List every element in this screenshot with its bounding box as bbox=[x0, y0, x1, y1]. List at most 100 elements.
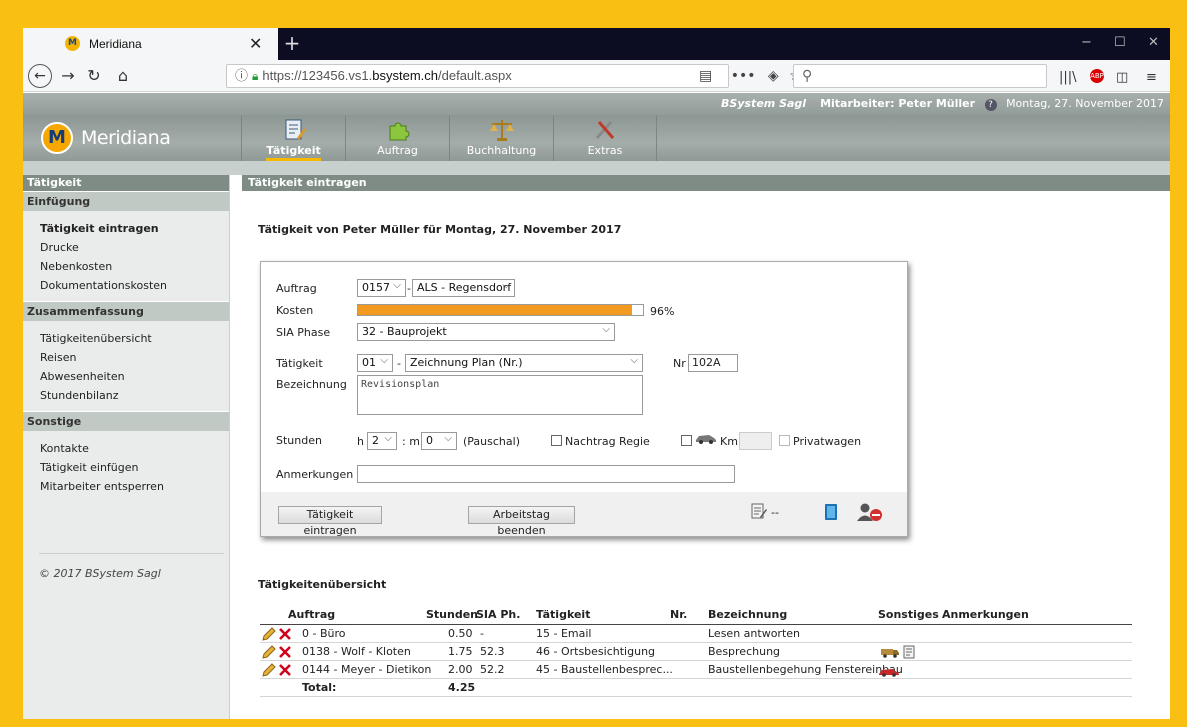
pencil-edit-icon[interactable] bbox=[262, 663, 276, 677]
hours-label: h bbox=[357, 435, 364, 448]
maximize-icon[interactable]: ☐ bbox=[1114, 35, 1126, 50]
sidebar-title: Tätigkeit bbox=[23, 175, 229, 191]
privatwagen-checkbox[interactable] bbox=[779, 435, 790, 446]
nachtrag-regie-checkbox[interactable] bbox=[551, 435, 562, 446]
sia-phase-label: SIA Phase bbox=[276, 326, 331, 339]
back-arrow-icon[interactable]: ← bbox=[28, 64, 52, 88]
pencil-edit-icon[interactable] bbox=[262, 645, 276, 659]
employee-label: Mitarbeiter: Peter Müller bbox=[820, 97, 976, 110]
delete-x-icon[interactable] bbox=[278, 645, 292, 659]
minimize-icon[interactable]: − bbox=[1081, 35, 1092, 50]
delete-x-icon[interactable] bbox=[278, 663, 292, 677]
submit-activity-button[interactable]: Tätigkeit eintragen bbox=[278, 506, 382, 537]
km-checkbox[interactable] bbox=[681, 435, 692, 446]
adblock-icon[interactable]: ABP bbox=[1090, 69, 1104, 83]
menu-auftrag[interactable]: Auftrag bbox=[345, 115, 449, 161]
auftrag-code-select[interactable]: 0157 bbox=[357, 278, 406, 297]
minutes-label: : m bbox=[402, 435, 420, 448]
column-header: Nr. bbox=[670, 608, 688, 621]
menu-label: Buchhaltung bbox=[466, 144, 537, 157]
home-icon[interactable]: ⌂ bbox=[112, 64, 134, 88]
table-header: Auftrag Stunden SIA Ph. Tätigkeit Nr. Be… bbox=[260, 605, 1132, 625]
activity-form: Auftrag 0157 - ALS - Regensdorf Kosten 9… bbox=[260, 261, 908, 537]
delete-x-icon[interactable] bbox=[278, 627, 292, 641]
notepad-icon bbox=[242, 118, 345, 144]
new-tab-icon[interactable]: + bbox=[279, 30, 305, 58]
minutes-select[interactable]: 0 bbox=[421, 431, 457, 450]
sidebar-section-sonstige: Sonstige bbox=[23, 411, 229, 431]
kosten-progress-fill bbox=[358, 305, 632, 315]
hamburger-menu-icon[interactable]: ≡ bbox=[1146, 70, 1157, 85]
cell-stunden: 0.50 bbox=[448, 627, 473, 640]
reader-view-icon[interactable]: ▤ bbox=[699, 68, 712, 84]
bezeichnung-textarea[interactable]: Revisionsplan bbox=[357, 375, 643, 415]
auftrag-name-select[interactable]: ALS - Regensdorf bbox=[412, 278, 515, 297]
auftrag-label: Auftrag bbox=[276, 282, 317, 295]
taetigkeit-name-select[interactable]: Zeichnung Plan (Nr.) bbox=[405, 353, 643, 372]
close-window-icon[interactable]: ✕ bbox=[1148, 35, 1159, 50]
bezeichnung-label: Bezeichnung bbox=[276, 378, 347, 391]
kosten-percent: 96% bbox=[650, 305, 675, 318]
browser-tab[interactable]: M Meridiana ✕ bbox=[23, 28, 278, 60]
table-row: 0144 - Meyer - Dietikon 2.00 52.2 45 - B… bbox=[260, 661, 1132, 679]
kosten-progress-bar bbox=[357, 304, 644, 316]
info-icon: ⓘ bbox=[235, 68, 249, 83]
total-value: 4.25 bbox=[448, 681, 476, 694]
close-tab-icon[interactable]: ✕ bbox=[249, 34, 262, 53]
cell-bezeichnung: Baustellenbegehung Fenstereinbau bbox=[708, 663, 903, 676]
sidebar-item-nebenkosten[interactable]: Nebenkosten bbox=[40, 257, 229, 276]
sidebar-item-abwesenheiten[interactable]: Abwesenheiten bbox=[40, 367, 229, 386]
sidebar-item-dokumentationskosten[interactable]: Dokumentationskosten bbox=[40, 276, 229, 295]
sidebar-toggle-icon[interactable]: ◫ bbox=[1116, 70, 1128, 85]
sidebar-item-taetigkeit-eintragen[interactable]: Tätigkeit eintragen bbox=[40, 219, 229, 238]
book-icon[interactable] bbox=[823, 503, 839, 524]
menu-buchhaltung[interactable]: Buchhaltung bbox=[449, 115, 553, 161]
current-date: Montag, 27. November 2017 bbox=[1006, 97, 1164, 110]
sidebar-item-mitarbeiter-entsperren[interactable]: Mitarbeiter entsperren bbox=[40, 477, 229, 496]
pencil-edit-icon[interactable] bbox=[262, 627, 276, 641]
sidebar-item-kontakte[interactable]: Kontakte bbox=[40, 439, 229, 458]
sidebar-item-drucke[interactable]: Drucke bbox=[40, 238, 229, 257]
taetigkeit-code-select[interactable]: 01 bbox=[357, 353, 393, 372]
menu-extras[interactable]: Extras bbox=[553, 115, 657, 161]
library-icon[interactable]: |||\ bbox=[1059, 70, 1077, 85]
nr-label: Nr bbox=[673, 357, 686, 370]
km-input[interactable] bbox=[739, 432, 772, 450]
cell-sia: - bbox=[480, 627, 484, 640]
end-workday-button[interactable]: Arbeitstag beenden bbox=[468, 506, 575, 537]
note-edit-icon[interactable] bbox=[751, 502, 767, 523]
column-header: SIA Ph. bbox=[476, 608, 521, 621]
menu-label: Tätigkeit bbox=[266, 144, 321, 161]
url-path: /default.aspx bbox=[438, 68, 512, 83]
nachtrag-regie-label: Nachtrag Regie bbox=[565, 435, 650, 448]
sidebar-item-reisen[interactable]: Reisen bbox=[40, 348, 229, 367]
help-icon[interactable]: ? bbox=[984, 99, 997, 111]
cell-taetigkeit: 45 - Baustellenbesprec... bbox=[536, 663, 673, 676]
search-input[interactable]: ⚲ bbox=[793, 64, 1047, 88]
sia-phase-select[interactable]: 32 - Bauprojekt bbox=[357, 322, 615, 341]
cell-bezeichnung: Besprechung bbox=[708, 645, 781, 658]
pocket-icon[interactable]: ◈ bbox=[768, 68, 779, 84]
reload-icon[interactable]: ↻ bbox=[83, 64, 105, 88]
sidebar-item-taetigkeitenuebersicht[interactable]: Tätigkeitenübersicht bbox=[40, 329, 229, 348]
user-remove-icon[interactable] bbox=[856, 502, 886, 525]
menu-label: Extras bbox=[587, 144, 623, 157]
privatwagen-label: Privatwagen bbox=[793, 435, 862, 448]
brand[interactable]: M Meridiana bbox=[41, 121, 171, 155]
table-total-row: Total: 4.25 bbox=[260, 679, 1132, 697]
nr-input[interactable]: 102A bbox=[688, 354, 738, 372]
sidebar-item-stundenbilanz[interactable]: Stundenbilanz bbox=[40, 386, 229, 405]
page-actions: ▤ ••• ◈ ☆ bbox=[699, 64, 802, 88]
anmerkungen-input[interactable] bbox=[357, 465, 735, 483]
more-actions-icon[interactable]: ••• bbox=[731, 68, 756, 84]
sidebar-item-taetigkeit-einfuegen[interactable]: Tätigkeit einfügen bbox=[40, 458, 229, 477]
meridiana-favicon-icon: M bbox=[65, 36, 80, 51]
url-prefix: https://123456.vs1. bbox=[262, 68, 373, 83]
pauschal-label: (Pauschal) bbox=[463, 435, 520, 448]
forward-arrow-icon[interactable]: → bbox=[58, 64, 78, 88]
menu-taetigkeit[interactable]: Tätigkeit bbox=[241, 115, 345, 161]
hours-select[interactable]: 2 bbox=[367, 431, 397, 450]
url-bar[interactable]: ⓘ 🔒︎ https://123456.vs1.bsystem.ch/default… bbox=[226, 64, 729, 88]
tab-title: Meridiana bbox=[89, 37, 142, 51]
sidebar-section-einfuegung: Einfügung bbox=[23, 191, 229, 211]
